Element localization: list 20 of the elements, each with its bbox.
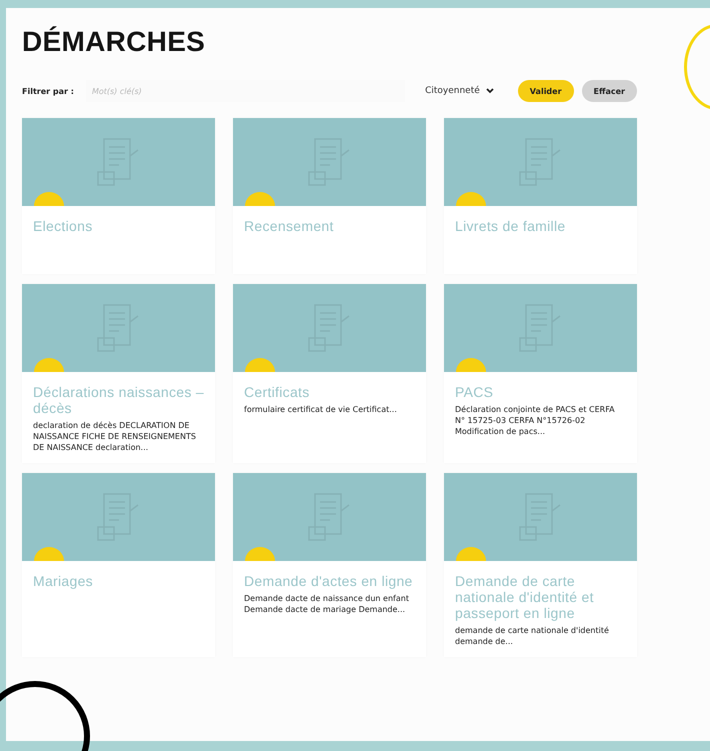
card-title: Recensement: [243, 217, 335, 234]
filter-label: Filtrer par :: [22, 86, 74, 96]
validate-button[interactable]: Valider: [518, 80, 574, 102]
card-title: Demande d'actes en ligne: [243, 572, 414, 589]
card-description: Déclaration conjointe de PACS et CERFA N° 15725-03 CERFA N°15726-02 Modification de pacs...: [454, 404, 616, 437]
chevron-icon: [486, 88, 494, 94]
page-title: DÉMARCHES: [22, 26, 206, 58]
card-description: declaration de décès DECLARATION DE NAISSANCE FICHE DE RENSEIGNEMENTS DE NAISSANCE declaration...: [32, 420, 197, 453]
card-title: Elections: [32, 217, 94, 234]
card-title: Certificats: [243, 383, 311, 400]
card-description: demande de carte nationale d'identité demande de...: [454, 625, 610, 647]
category-dropdown[interactable]: Citoyenneté: [425, 86, 494, 96]
card-description: formulaire certificat de vie Certificat...: [243, 404, 398, 415]
card-title: Mariages: [32, 572, 94, 589]
card-title: Livrets de famille: [454, 217, 566, 234]
clear-button[interactable]: Effacer: [582, 80, 637, 102]
card-title: PACS: [454, 383, 494, 400]
card-title: Demande de carte nationale d'identité et passeport en ligne: [454, 572, 595, 621]
card-description: Demande dacte de naissance dun enfant Demande dacte de mariage Demande...: [243, 593, 410, 615]
card-title: Déclarations naissances – décès: [32, 383, 205, 416]
